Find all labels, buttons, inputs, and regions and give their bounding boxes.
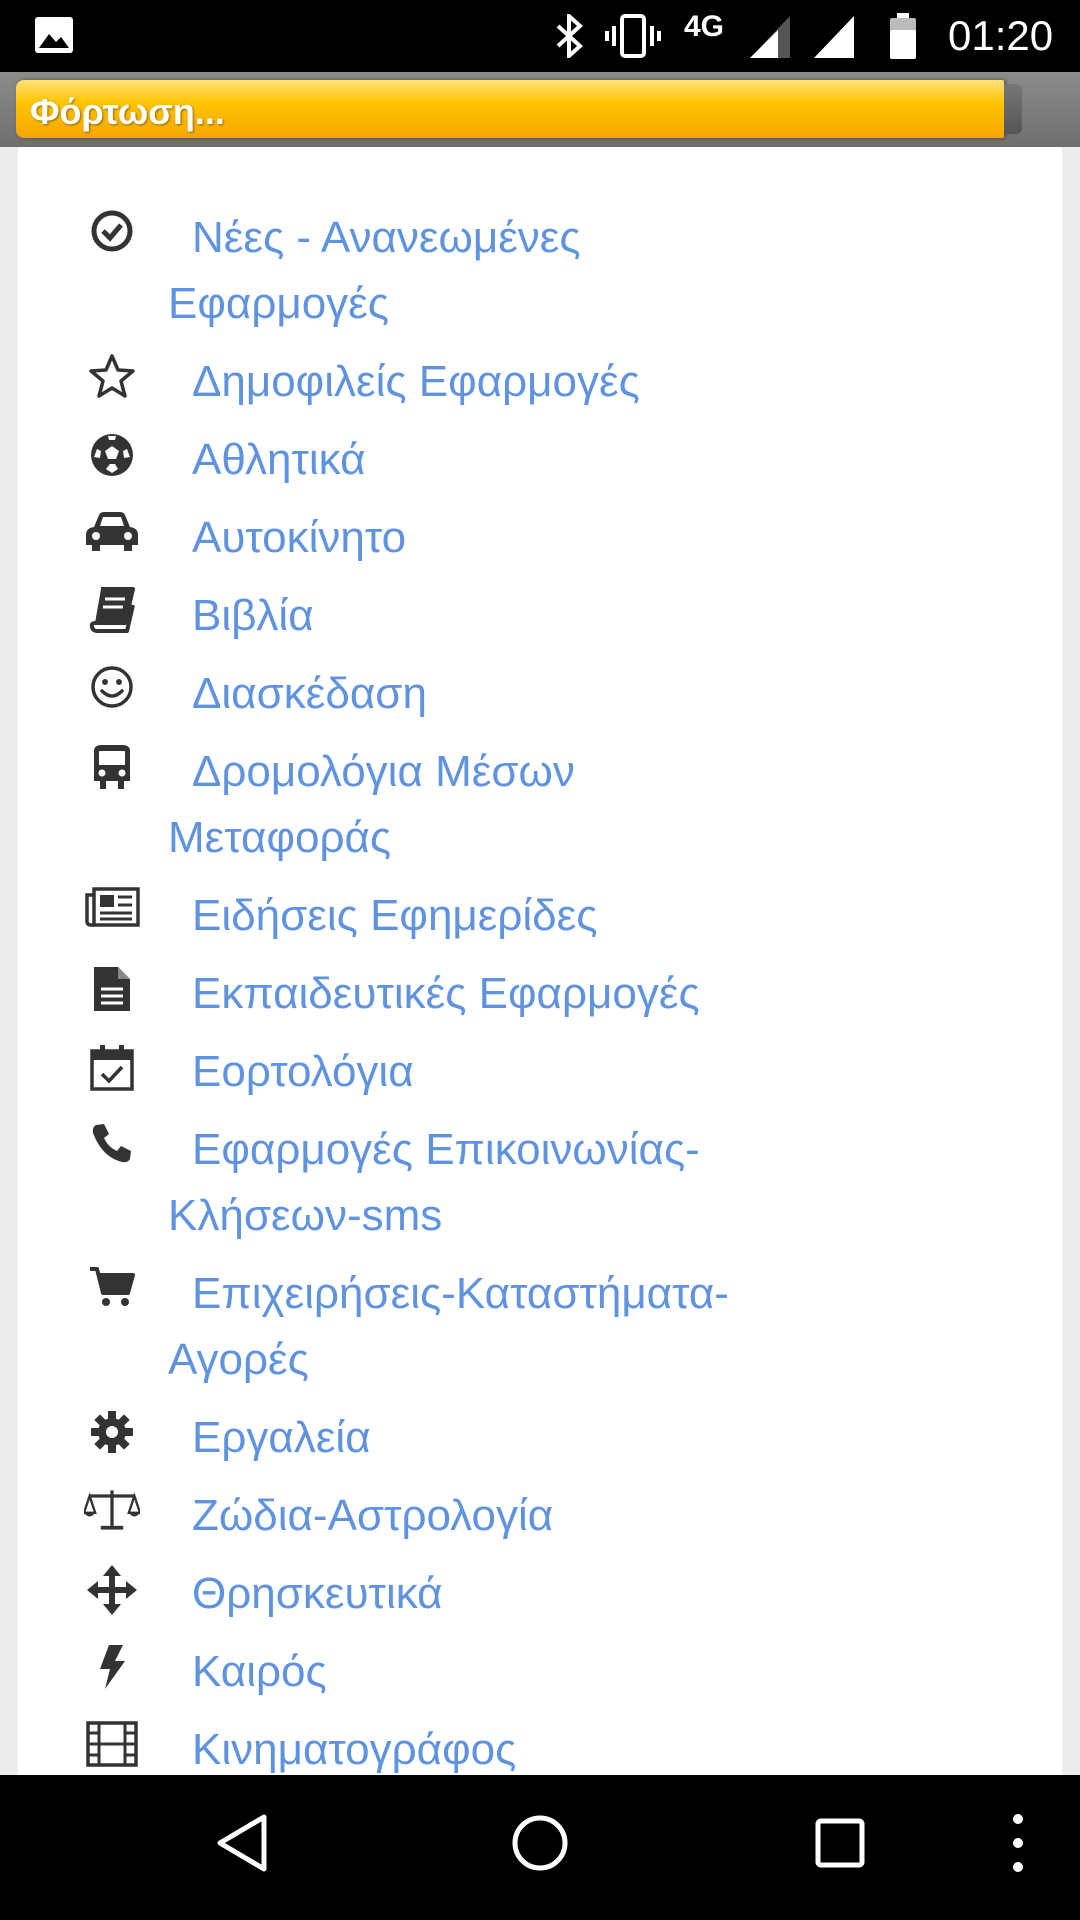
category-item[interactable]: Εκπαιδευτικές Εφαρμογές [18, 961, 808, 1027]
category-link[interactable]: Βιβλία [168, 583, 808, 649]
phone-icon [84, 1121, 140, 1177]
category-item[interactable]: Νέες - Ανανεωμένες Εφαρμογές [18, 205, 808, 337]
category-item[interactable]: Ζώδια-Αστρολογία [18, 1483, 808, 1549]
category-link[interactable]: Δημοφιλείς Εφαρμογές [168, 349, 808, 415]
category-link[interactable]: Επιχειρήσεις-Καταστήματα-Αγορές [168, 1261, 808, 1393]
star-icon [84, 353, 140, 409]
cart-icon [84, 1265, 140, 1321]
category-link[interactable]: Ζώδια-Αστρολογία [168, 1483, 808, 1549]
check-circle-icon [84, 209, 140, 265]
smiley-icon [84, 665, 140, 721]
back-button-icon[interactable] [214, 1811, 270, 1875]
category-item[interactable]: Εφαρμογές Επικοινωνίας-Κλήσεων-sms [18, 1117, 808, 1249]
category-link[interactable]: Νέες - Ανανεωμένες Εφαρμογές [168, 205, 808, 337]
category-item[interactable]: Εορτολόγια [18, 1039, 808, 1105]
gear-icon [84, 1409, 140, 1465]
soccer-ball-icon [84, 431, 140, 487]
category-link[interactable]: Εορτολόγια [168, 1039, 808, 1105]
category-item[interactable]: Δρομολόγια Μέσων Μεταφοράς [18, 739, 808, 871]
category-item[interactable]: Αθλητικά [18, 427, 808, 493]
overflow-menu-icon[interactable] [1006, 1811, 1030, 1875]
category-item[interactable]: Κινηματογράφος [18, 1717, 808, 1775]
category-item[interactable]: Θρησκευτικά [18, 1561, 808, 1627]
navigation-bar [0, 1775, 1080, 1920]
category-item[interactable]: Αυτοκίνητο [18, 505, 808, 571]
gallery-notification-icon [35, 17, 73, 53]
home-button-icon[interactable] [510, 1811, 570, 1875]
loading-progress-bar: Φόρτωση... [16, 80, 1022, 138]
category-item[interactable]: Δημοφιλείς Εφαρμογές [18, 349, 808, 415]
category-link[interactable]: Κινηματογράφος [168, 1717, 808, 1775]
category-item[interactable]: Εργαλεία [18, 1405, 808, 1471]
clock: 01:20 [948, 12, 1054, 59]
category-link[interactable]: Ειδήσεις Εφημερίδες [168, 883, 808, 949]
recents-button-icon[interactable] [812, 1811, 868, 1875]
category-link[interactable]: Καιρός [168, 1639, 808, 1705]
category-item[interactable]: Επιχειρήσεις-Καταστήματα-Αγορές [18, 1261, 808, 1393]
progress-end-cap [1004, 84, 1022, 134]
network-type-label: 4G [684, 10, 725, 43]
category-link[interactable]: Αυτοκίνητο [168, 505, 808, 571]
calendar-check-icon [84, 1043, 140, 1099]
battery-icon [890, 13, 916, 59]
loading-header: Φόρτωση... [0, 72, 1080, 147]
bluetooth-icon [556, 14, 583, 58]
category-link[interactable]: Εργαλεία [168, 1405, 808, 1471]
category-link[interactable]: Θρησκευτικά [168, 1561, 808, 1627]
move-arrows-icon [84, 1565, 140, 1621]
loading-text: Φόρτωση... [30, 91, 225, 132]
vibrate-icon [605, 14, 661, 58]
category-item[interactable]: Βιβλία [18, 583, 808, 649]
category-link[interactable]: Εκπαιδευτικές Εφαρμογές [168, 961, 808, 1027]
balance-scale-icon [84, 1487, 140, 1543]
book-icon [84, 587, 140, 643]
newspaper-icon [84, 887, 140, 943]
lightning-icon [84, 1643, 140, 1699]
category-item[interactable]: Διασκέδαση [18, 661, 808, 727]
signal-sim2-icon [814, 16, 854, 58]
category-link[interactable]: Διασκέδαση [168, 661, 808, 727]
category-link[interactable]: Εφαρμογές Επικοινωνίας-Κλήσεων-sms [168, 1117, 808, 1249]
category-item[interactable]: Ειδήσεις Εφημερίδες [18, 883, 808, 949]
category-link[interactable]: Αθλητικά [168, 427, 808, 493]
category-list: Νέες - Ανανεωμένες Εφαρμογές Δημοφιλείς … [18, 205, 1062, 1775]
category-link[interactable]: Δρομολόγια Μέσων Μεταφοράς [168, 739, 808, 871]
document-icon [84, 965, 140, 1021]
status-bar: 4G 01:20 [0, 0, 1080, 72]
film-icon [84, 1721, 140, 1775]
signal-sim1-icon [750, 16, 790, 58]
car-icon [84, 509, 140, 565]
bus-icon [84, 743, 140, 799]
category-item[interactable]: Καιρός [18, 1639, 808, 1705]
category-panel: Νέες - Ανανεωμένες Εφαρμογές Δημοφιλείς … [18, 147, 1062, 1775]
